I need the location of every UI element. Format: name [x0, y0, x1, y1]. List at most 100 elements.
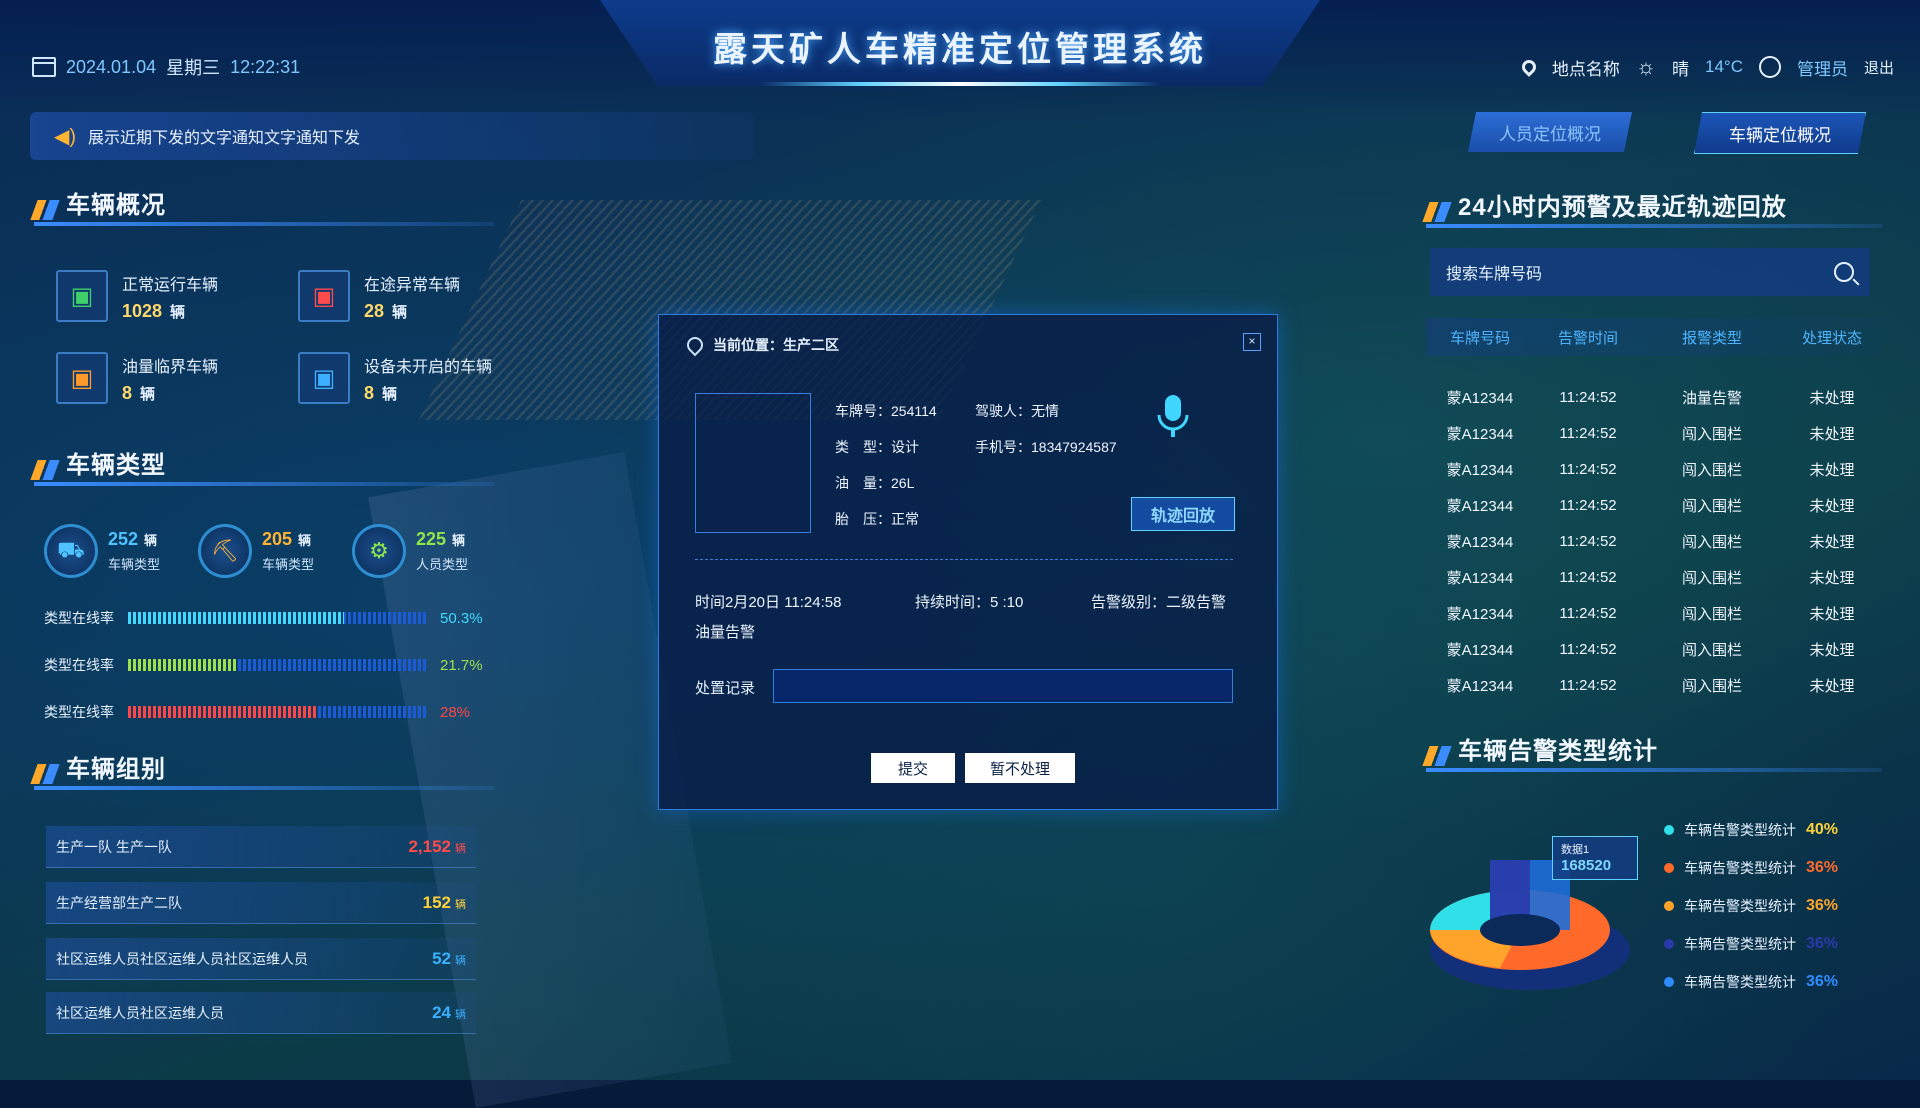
overview-item-normal[interactable]: ▣ 正常运行车辆 1028 辆	[56, 270, 218, 322]
section-title-types: 车辆类型	[30, 440, 494, 486]
group-name: 社区运维人员社区运维人员社区运维人员	[56, 950, 308, 967]
group-row[interactable]: 生产一队 生产一队 2,152 辆	[46, 826, 476, 868]
title-glow	[760, 82, 1160, 86]
column-header: 告警时间	[1557, 329, 1618, 347]
section-title-text: 车辆告警类型统计	[1458, 738, 1658, 765]
legend-item[interactable]: 车辆告警类型统计 40%	[1664, 820, 1838, 840]
type-item-1[interactable]: ⛟ 252 辆 车辆类型	[44, 524, 160, 578]
tab-vehicle-overview[interactable]: 车辆定位概况	[1694, 112, 1866, 154]
alert-row[interactable]: 蒙A12344 11:24:52 闯入围栏 未处理	[1426, 668, 1882, 702]
alert-row[interactable]: 蒙A12344 11:24:52 闯入围栏 未处理	[1426, 596, 1882, 630]
alert-row[interactable]: 蒙A12344 11:24:52 闯入围栏 未处理	[1426, 524, 1882, 558]
alert-status: 未处理	[1809, 389, 1855, 407]
excavator-icon: ⛏	[198, 524, 252, 578]
alert-row[interactable]: 蒙A12344 11:24:52 闯入围栏 未处理	[1426, 488, 1882, 522]
alert-time: 11:24:52	[1559, 532, 1617, 550]
microphone-icon[interactable]	[1155, 393, 1191, 439]
record-input[interactable]	[773, 669, 1233, 703]
alert-row[interactable]: 蒙A12344 11:24:52 油量告警 未处理	[1426, 380, 1882, 414]
group-name: 生产一队 生产一队	[56, 838, 172, 855]
legend-item[interactable]: 车辆告警类型统计 36%	[1664, 972, 1838, 992]
group-row[interactable]: 社区运维人员社区运维人员社区运维人员 52 辆	[46, 938, 476, 980]
alert-time: 11:24:52	[1559, 568, 1617, 586]
user-name[interactable]: 管理员	[1797, 55, 1848, 80]
alert-row[interactable]: 蒙A12344 11:24:52 闯入围栏 未处理	[1426, 632, 1882, 666]
type-unit: 辆	[144, 533, 158, 548]
plate-search-input[interactable]: 搜索车牌号码	[1430, 248, 1870, 296]
alert-type-info: 油量告警	[695, 624, 756, 641]
notice-bar: ◀) 展示近期下发的文字通知文字通知下发	[30, 112, 754, 160]
dialog-divider	[695, 559, 1233, 560]
overview-value: 28	[364, 300, 385, 321]
section-title-overview: 车辆概况	[30, 180, 494, 226]
tooltip-label: 数据1	[1561, 844, 1590, 856]
type-item-2[interactable]: ⛏ 205 辆 车辆类型	[198, 524, 314, 578]
legend-label: 车辆告警类型统计	[1684, 898, 1796, 914]
location-icon	[683, 333, 707, 357]
legend-dot-icon	[1664, 939, 1674, 949]
section-title-text: 车辆类型	[66, 452, 166, 479]
bus-orange-icon: ▣	[56, 352, 108, 404]
alert-type: 闯入围栏	[1681, 677, 1742, 695]
rate-label: 类型在线率	[44, 704, 114, 720]
group-value: 2,152	[408, 836, 451, 856]
section-title-stats: 车辆告警类型统计	[1422, 726, 1882, 772]
overview-item-device-off[interactable]: ▣ 设备未开启的车辆 8辆	[298, 352, 492, 404]
bus-blue-icon: ▣	[298, 352, 350, 404]
overview-unit: 辆	[382, 385, 398, 403]
alert-type: 闯入围栏	[1681, 641, 1742, 659]
group-row[interactable]: 生产经营部生产二队 152 辆	[46, 882, 476, 924]
column-header: 报警类型	[1681, 329, 1742, 347]
alert-row[interactable]: 蒙A12344 11:24:52 闯入围栏 未处理	[1426, 452, 1882, 486]
header-right: 地点名称 ☼ 晴 14°C 管理员 退出	[1518, 54, 1894, 80]
track-replay-button[interactable]: 轨迹回放	[1131, 497, 1235, 531]
alert-plate: 蒙A12344	[1446, 389, 1514, 407]
search-icon[interactable]	[1834, 262, 1854, 282]
group-unit: 辆	[455, 842, 466, 855]
group-unit: 辆	[455, 1008, 466, 1021]
group-row[interactable]: 社区运维人员社区运维人员 24 辆	[46, 992, 476, 1034]
rate-bar	[128, 659, 426, 671]
type-unit: 辆	[298, 533, 312, 548]
rate-fill	[128, 659, 236, 671]
title-mark-icon	[30, 764, 60, 784]
section-title-text: 车辆组别	[66, 756, 166, 783]
rate-value: 50.3%	[440, 609, 483, 627]
overview-item-fuel[interactable]: ▣ 油量临界车辆 8辆	[56, 352, 218, 404]
alert-status: 未处理	[1809, 641, 1855, 659]
alert-plate: 蒙A12344	[1446, 677, 1514, 695]
loader-icon: ⚙	[352, 524, 406, 578]
submit-button[interactable]: 提交	[871, 753, 955, 783]
location-name[interactable]: 地点名称	[1552, 55, 1620, 80]
rate-row-2: 类型在线率 21.7%	[44, 655, 483, 675]
overview-item-abnormal[interactable]: ▣ 在途异常车辆 28 辆	[298, 270, 460, 322]
tab-person-overview[interactable]: 人员定位概况	[1468, 112, 1632, 152]
legend-dot-icon	[1664, 901, 1674, 911]
alert-level-info: 告警级别：二级告警	[1091, 594, 1227, 611]
logout-button[interactable]: 退出	[1864, 57, 1894, 78]
user-avatar-icon[interactable]	[1758, 56, 1781, 78]
rate-value: 21.7%	[440, 656, 483, 674]
alert-status: 未处理	[1809, 461, 1855, 479]
alert-row[interactable]: 蒙A12344 11:24:52 闯入围栏 未处理	[1426, 560, 1882, 594]
ignore-button[interactable]: 暂不处理	[965, 753, 1075, 783]
rate-label: 类型在线率	[44, 610, 114, 626]
group-unit: 辆	[455, 898, 466, 911]
close-button[interactable]: ×	[1243, 333, 1261, 351]
legend-pct: 36%	[1806, 897, 1839, 914]
rate-fill	[128, 706, 319, 718]
vehicle-photo	[695, 393, 811, 533]
legend-item[interactable]: 车辆告警类型统计 36%	[1664, 934, 1838, 954]
type-item-3[interactable]: ⚙ 225 辆 人员类型	[352, 524, 468, 578]
section-title-groups: 车辆组别	[30, 744, 494, 790]
legend-item[interactable]: 车辆告警类型统计 36%	[1664, 858, 1838, 878]
section-title-alerts: 24小时内预警及最近轨迹回放	[1422, 182, 1882, 228]
group-value: 24	[432, 1002, 451, 1022]
overview-label: 在途异常车辆	[364, 276, 461, 294]
group-value: 152	[422, 892, 451, 912]
group-value: 52	[432, 948, 451, 968]
sun-icon: ☼	[1635, 54, 1656, 79]
legend-item[interactable]: 车辆告警类型统计 36%	[1664, 896, 1838, 916]
alert-row[interactable]: 蒙A12344 11:24:52 闯入围栏 未处理	[1426, 416, 1882, 450]
alert-table-header: 车牌号码 告警时间 报警类型 处理状态	[1426, 318, 1882, 356]
